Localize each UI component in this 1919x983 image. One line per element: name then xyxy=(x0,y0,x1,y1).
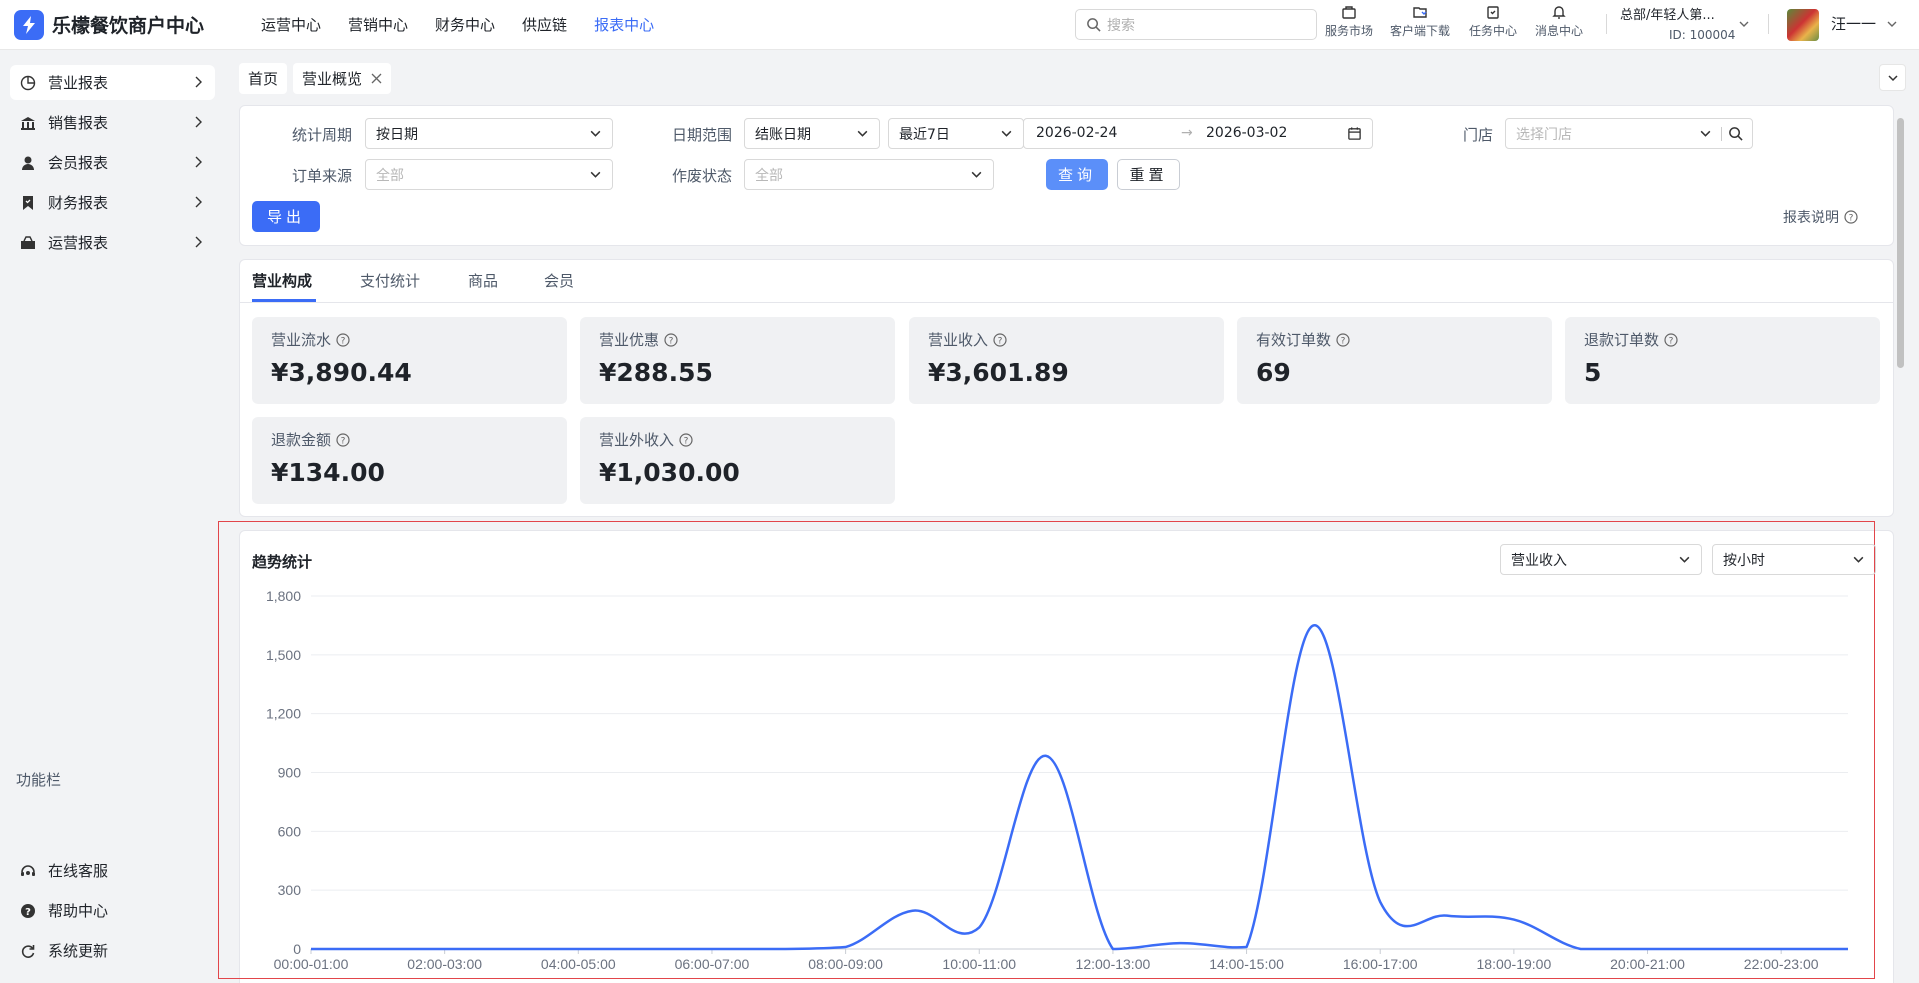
series-line xyxy=(311,624,1848,951)
y-tick-label: 900 xyxy=(278,765,302,781)
x-tick-label: 22:00-23:00 xyxy=(1744,956,1819,972)
x-tick-label: 12:00-13:00 xyxy=(1076,956,1151,972)
x-tick-label: 06:00-07:00 xyxy=(675,956,750,972)
y-tick-label: 600 xyxy=(278,823,302,839)
x-tick-label: 02:00-03:00 xyxy=(407,956,482,972)
x-tick-label: 16:00-17:00 xyxy=(1343,956,1418,972)
scrollbar-thumb[interactable] xyxy=(1897,118,1904,368)
x-tick-label: 08:00-09:00 xyxy=(808,956,883,972)
x-tick-label: 14:00-15:00 xyxy=(1209,956,1284,972)
y-tick-label: 1,800 xyxy=(266,588,301,604)
x-tick-label: 04:00-05:00 xyxy=(541,956,616,972)
y-tick-label: 300 xyxy=(278,882,302,898)
y-tick-label: 0 xyxy=(293,941,301,957)
x-tick-label: 20:00-21:00 xyxy=(1610,956,1685,972)
y-tick-label: 1,200 xyxy=(266,706,301,722)
trend-line-chart: 0 300 600 900 1,200 1,500 1,800 00:00-01:00 02:0… xyxy=(266,588,1848,972)
x-tick-label: 10:00-11:00 xyxy=(942,956,1016,972)
x-tick-label: 00:00-01:00 xyxy=(274,956,349,972)
x-tick-label: 18:00-19:00 xyxy=(1477,956,1552,972)
y-tick-label: 1,500 xyxy=(266,647,301,663)
